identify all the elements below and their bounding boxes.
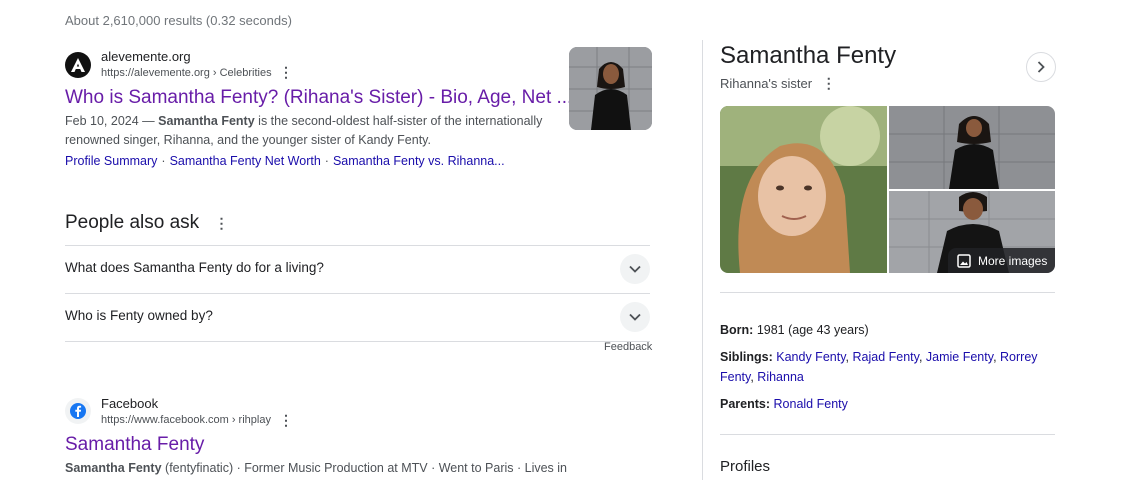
facebook-icon <box>70 403 86 419</box>
kp-subtitle-row: Rihanna's sister ⋮ <box>720 75 836 92</box>
chevron-down-icon <box>629 313 641 321</box>
kebab-icon[interactable]: ⋮ <box>822 75 836 91</box>
snippet-bold: Samantha Fenty <box>158 114 255 128</box>
separator: · <box>324 154 329 168</box>
sitelink[interactable]: Samantha Fenty Net Worth <box>170 154 321 168</box>
snippet-bold: Samantha Fenty <box>65 461 162 475</box>
paa-question-row[interactable]: What does Samantha Fenty do for a living… <box>65 245 650 293</box>
sibling-link[interactable]: Kandy Fenty <box>776 350 845 364</box>
kp-title: Samantha Fenty <box>720 42 897 69</box>
kp-fact-parents: Parents: Ronald Fenty <box>720 394 1055 414</box>
result-thumbnail[interactable] <box>569 47 652 130</box>
thumbnail-image <box>569 47 652 130</box>
fact-label: Born: <box>720 323 754 337</box>
portrait-image <box>720 106 887 273</box>
kp-divider <box>720 292 1055 293</box>
chevron-right-icon <box>1037 61 1045 73</box>
kp-fact-siblings: Siblings: Kandy Fenty, Rajad Fenty, Jami… <box>720 350 1038 384</box>
snippet-date: Feb 10, 2024 — <box>65 114 159 128</box>
more-images-button[interactable]: More images <box>948 248 1055 273</box>
portrait-image <box>889 106 1055 189</box>
site-url[interactable]: https://www.facebook.com › rihplay <box>101 414 271 426</box>
result-stats: About 2,610,000 results (0.32 seconds) <box>65 13 292 28</box>
parent-link[interactable]: Ronald Fenty <box>774 397 848 411</box>
panel-divider <box>702 40 703 480</box>
kp-image-secondary[interactable] <box>889 106 1055 189</box>
expand-button[interactable] <box>620 254 650 284</box>
result-title[interactable]: Samantha Fenty <box>65 434 204 456</box>
more-images-label: More images <box>978 253 1048 268</box>
sitelinks: Profile Summary · Samantha Fenty Net Worth… <box>65 154 505 168</box>
paa-heading: People also ask ⋮ <box>65 212 228 234</box>
separator: · <box>161 154 166 168</box>
sibling-link[interactable]: Rihanna <box>757 370 804 384</box>
alevemente-logo-icon <box>71 58 85 72</box>
paa-title: People also ask <box>65 212 200 233</box>
kebab-icon[interactable]: ⋮ <box>279 64 293 81</box>
fact-label: Parents: <box>720 397 771 411</box>
expand-button[interactable] <box>620 302 650 332</box>
site-favicon[interactable] <box>65 398 91 424</box>
paa-question[interactable]: What does Samantha Fenty do for a living… <box>65 260 324 275</box>
feedback-link[interactable]: Feedback <box>604 341 652 353</box>
kp-divider <box>720 434 1055 435</box>
kp-profiles-heading: Profiles <box>720 458 771 475</box>
site-favicon[interactable] <box>65 52 91 78</box>
snippet-text: (fentyfinatic) · Former Music Production… <box>161 461 568 475</box>
site-url[interactable]: https://alevemente.org › Celebrities <box>101 67 272 79</box>
sibling-link[interactable]: Rajad Fenty <box>852 350 918 364</box>
kp-next-button[interactable] <box>1026 52 1056 82</box>
result-title[interactable]: Who is Samantha Fenty? (Rihana's Sister)… <box>65 87 572 109</box>
sitelink[interactable]: Profile Summary <box>65 154 157 168</box>
kp-subtitle: Rihanna's sister <box>720 76 813 91</box>
paa-question[interactable]: Who is Fenty owned by? <box>65 308 213 323</box>
site-name[interactable]: alevemente.org <box>101 49 191 64</box>
sitelink[interactable]: Samantha Fenty vs. Rihanna... <box>333 154 505 168</box>
result-snippet: Samantha Fenty (fentyfinatic) · Former M… <box>65 459 625 478</box>
site-name[interactable]: Facebook <box>101 396 158 411</box>
kp-image-main[interactable] <box>720 106 887 273</box>
result-snippet: Feb 10, 2024 — Samantha Fenty is the sec… <box>65 112 555 150</box>
fact-label: Siblings: <box>720 350 773 364</box>
fact-value: 1981 (age 43 years) <box>756 323 869 337</box>
kebab-icon[interactable]: ⋮ <box>214 215 228 231</box>
image-icon <box>957 253 971 268</box>
sibling-link[interactable]: Jamie Fenty <box>926 350 993 364</box>
chevron-down-icon <box>629 265 641 273</box>
paa-question-row[interactable]: Who is Fenty owned by? <box>65 293 650 342</box>
kp-fact-born: Born: 1981 (age 43 years) <box>720 320 1055 340</box>
kebab-icon[interactable]: ⋮ <box>279 412 293 429</box>
